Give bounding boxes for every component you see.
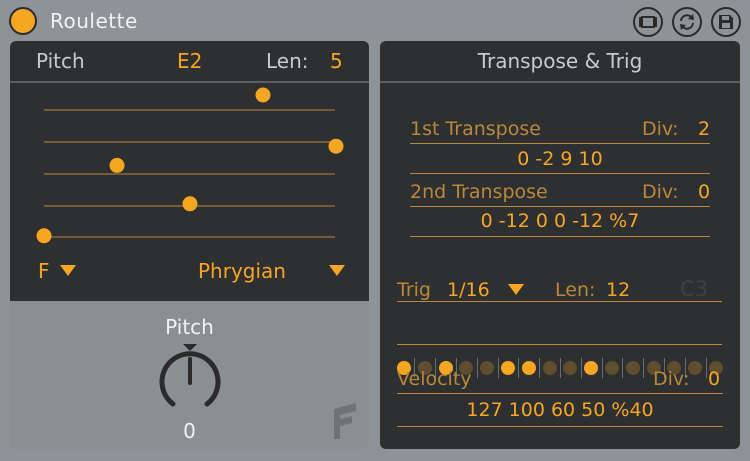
len-value[interactable]: 5 [330, 49, 343, 73]
pitch-label: Pitch [36, 49, 85, 73]
pitch-value[interactable]: E2 [177, 49, 202, 73]
first-transpose-values[interactable]: 0 -2 9 10 [410, 148, 710, 170]
trig-step-off[interactable] [480, 361, 495, 375]
knob-pointer-icon [183, 344, 197, 351]
pitch-staff[interactable] [10, 86, 369, 266]
trig-underline [397, 301, 722, 302]
trig-step-off[interactable] [625, 361, 640, 375]
trig-step-separator [518, 358, 520, 378]
pitch-step-dot[interactable] [328, 138, 344, 154]
trig-len-label: Len: [555, 279, 596, 301]
knob-section: Pitch 0 [10, 301, 369, 449]
first-transpose-underline [410, 143, 710, 144]
trig-step-separator [476, 358, 478, 378]
second-transpose-label: 2nd Transpose [410, 181, 548, 203]
pitch-knob[interactable] [150, 341, 230, 421]
first-div-label: Div: [642, 118, 679, 140]
trig-step-separator [580, 358, 582, 378]
trig-step-separator [643, 358, 645, 378]
knob-value: 0 [183, 419, 196, 443]
pitch-step-dot[interactable] [36, 228, 52, 244]
fit-view-icon [639, 16, 657, 28]
trig-label: Trig [397, 279, 431, 301]
pitch-step-dot[interactable] [182, 196, 198, 212]
velocity-label: Velocity [397, 368, 472, 390]
trig-steps-underline [397, 344, 722, 345]
title-bar: Roulette [0, 0, 750, 44]
second-div-label: Div: [642, 181, 679, 203]
knob-label: Pitch [165, 315, 214, 339]
trig-step-on[interactable] [584, 361, 599, 375]
velocity-underline [397, 393, 723, 394]
trig-step-on[interactable] [501, 361, 515, 375]
device-title: Roulette [50, 9, 138, 33]
roulette-device: Roulette Pitch E2 Len: 5 F Phrygian Pitc… [0, 0, 750, 461]
trig-step-separator [539, 358, 541, 378]
device-power-toggle[interactable] [9, 7, 37, 35]
first-transpose-values-underline [410, 173, 710, 174]
trig-step-off[interactable] [605, 361, 619, 375]
velocity-values-underline [397, 426, 723, 427]
trig-step-off[interactable] [563, 361, 578, 375]
trig-step-separator [497, 358, 499, 378]
refresh-button[interactable] [672, 7, 702, 37]
velocity-div-label: Div: [653, 368, 690, 390]
trig-step-separator [559, 358, 561, 378]
trig-step-on[interactable] [521, 361, 536, 375]
scale-select[interactable]: Phrygian [198, 259, 286, 283]
second-transpose-underline [410, 206, 710, 207]
pitch-step-dot[interactable] [255, 87, 271, 103]
save-button[interactable] [711, 7, 741, 37]
transpose-header-divider [380, 81, 740, 83]
pitch-step-dot[interactable] [109, 157, 125, 173]
trig-step-separator [705, 358, 707, 378]
first-div-value[interactable]: 2 [698, 118, 710, 140]
header-divider [10, 81, 369, 83]
pitch-panel: Pitch E2 Len: 5 F Phrygian [10, 41, 369, 301]
trig-step-separator [622, 358, 624, 378]
trig-rate-select[interactable]: 1/16 [447, 279, 490, 301]
trig-step-off[interactable] [688, 361, 703, 375]
trig-rate-chevron-icon[interactable] [508, 284, 524, 295]
velocity-values[interactable]: 127 100 60 50 %40 [397, 399, 723, 421]
save-icon [719, 15, 733, 29]
trig-step-off[interactable] [542, 361, 557, 375]
len-label: Len: [266, 49, 309, 73]
trig-len-value[interactable]: 12 [606, 279, 630, 301]
refresh-icon [680, 14, 694, 30]
second-div-value[interactable]: 0 [698, 181, 710, 203]
first-transpose-label: 1st Transpose [410, 118, 541, 140]
transpose-title: Transpose & Trig [477, 49, 643, 73]
scale-chevron-icon[interactable] [329, 265, 345, 276]
trig-step-separator [601, 358, 603, 378]
trig-note-value[interactable]: C3 [680, 277, 708, 301]
second-transpose-values-underline [410, 236, 710, 237]
brand-logo-icon [334, 403, 356, 439]
transpose-panel: Transpose & Trig 1st Transpose Div: 2 0 … [380, 41, 740, 449]
fit-view-button[interactable] [633, 7, 663, 37]
root-note-chevron-icon[interactable] [60, 265, 76, 276]
root-note-select[interactable]: F [38, 259, 50, 283]
velocity-div-value[interactable]: 0 [708, 368, 720, 390]
second-transpose-values[interactable]: 0 -12 0 0 -12 %7 [410, 210, 710, 232]
